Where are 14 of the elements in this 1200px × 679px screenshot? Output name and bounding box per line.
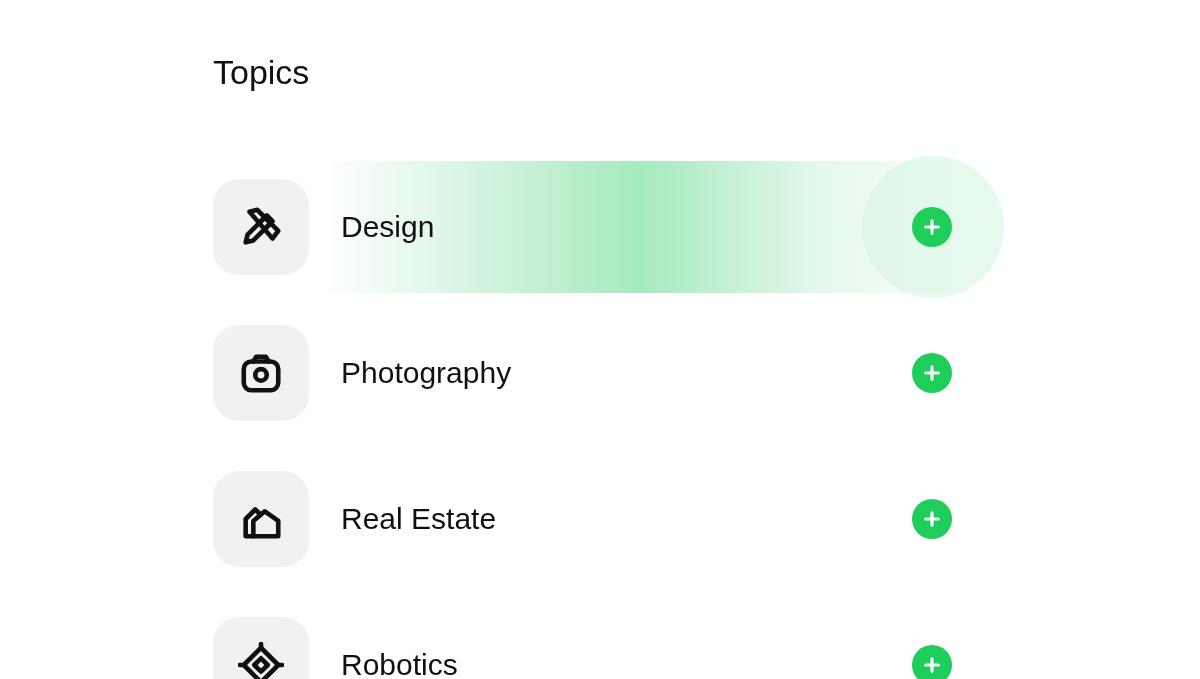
add-button[interactable]	[912, 206, 952, 247]
chip-icon	[238, 641, 284, 679]
add-button[interactable]	[912, 352, 952, 393]
add-button[interactable]	[912, 498, 952, 539]
topic-label: Robotics	[341, 647, 458, 679]
topic-label: Real Estate	[341, 501, 497, 538]
section-title: Topics	[213, 52, 311, 93]
plus-icon	[923, 363, 941, 382]
topic-label: Photography	[341, 355, 512, 392]
plus-icon	[923, 655, 941, 674]
plus-icon	[923, 217, 941, 236]
topic-label: Design	[341, 209, 435, 246]
plus-icon	[923, 509, 941, 528]
add-button[interactable]	[912, 644, 952, 679]
